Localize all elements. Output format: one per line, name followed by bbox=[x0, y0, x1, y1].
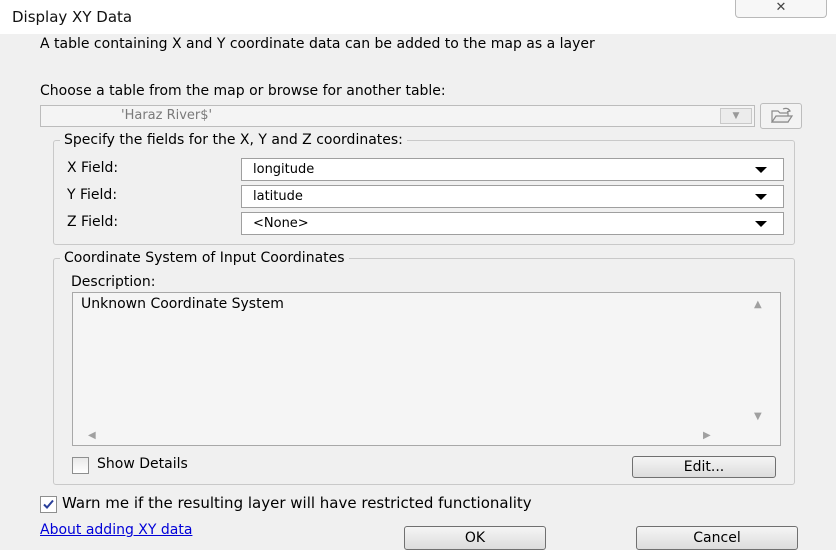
description-text: Unknown Coordinate System bbox=[81, 296, 284, 312]
fields-group-legend: Specify the fields for the X, Y and Z co… bbox=[60, 132, 407, 148]
chevron-down-icon bbox=[755, 167, 767, 173]
description-textbox[interactable]: Unknown Coordinate System ▲ ▼ ◀ ▶ bbox=[72, 292, 781, 446]
z-field-select[interactable]: <None> bbox=[241, 212, 784, 235]
show-details-label: Show Details bbox=[97, 456, 188, 472]
ok-button[interactable]: OK bbox=[404, 526, 546, 550]
title-bar: Display XY Data ✕ bbox=[0, 0, 836, 34]
scroll-down-icon[interactable]: ▼ bbox=[754, 411, 762, 422]
chevron-down-icon bbox=[755, 194, 767, 200]
about-xy-data-link[interactable]: About adding XY data bbox=[40, 522, 192, 538]
close-button[interactable]: ✕ bbox=[735, 0, 827, 18]
y-field-value: latitude bbox=[253, 189, 303, 204]
scroll-up-icon[interactable]: ▲ bbox=[754, 299, 762, 310]
z-field-label: Z Field: bbox=[67, 214, 119, 230]
table-chooser-label: Choose a table from the map or browse fo… bbox=[40, 83, 446, 99]
table-select-value: 'Haraz River$' bbox=[121, 108, 213, 123]
chevron-down-icon[interactable]: ▼ bbox=[720, 108, 752, 124]
intro-text: A table containing X and Y coordinate da… bbox=[40, 36, 595, 52]
x-field-label: X Field: bbox=[67, 160, 119, 176]
scroll-right-icon[interactable]: ▶ bbox=[703, 430, 711, 441]
warn-label: Warn me if the resulting layer will have… bbox=[62, 494, 532, 512]
horizontal-scrollbar[interactable]: ◀ ▶ bbox=[73, 427, 780, 445]
open-folder-icon bbox=[770, 107, 794, 123]
window-title: Display XY Data bbox=[12, 8, 133, 26]
browse-button[interactable] bbox=[760, 103, 802, 129]
vertical-scrollbar[interactable]: ▲ ▼ bbox=[740, 293, 780, 425]
z-field-value: <None> bbox=[253, 216, 309, 231]
description-label: Description: bbox=[71, 274, 156, 290]
y-field-select[interactable]: latitude bbox=[241, 185, 784, 208]
checkmark-icon bbox=[43, 499, 54, 509]
cancel-button[interactable]: Cancel bbox=[636, 526, 798, 550]
warn-checkbox[interactable] bbox=[40, 496, 57, 513]
scroll-left-icon[interactable]: ◀ bbox=[88, 430, 96, 441]
show-details-checkbox[interactable] bbox=[72, 457, 89, 474]
chevron-down-icon bbox=[755, 221, 767, 227]
x-field-select[interactable]: longitude bbox=[241, 158, 784, 181]
table-select[interactable]: 'Haraz River$' ▼ bbox=[40, 105, 755, 127]
y-field-label: Y Field: bbox=[67, 187, 118, 203]
x-field-value: longitude bbox=[253, 162, 315, 177]
edit-button[interactable]: Edit... bbox=[632, 456, 776, 478]
coord-group-legend: Coordinate System of Input Coordinates bbox=[60, 250, 349, 266]
close-icon: ✕ bbox=[775, 0, 787, 15]
